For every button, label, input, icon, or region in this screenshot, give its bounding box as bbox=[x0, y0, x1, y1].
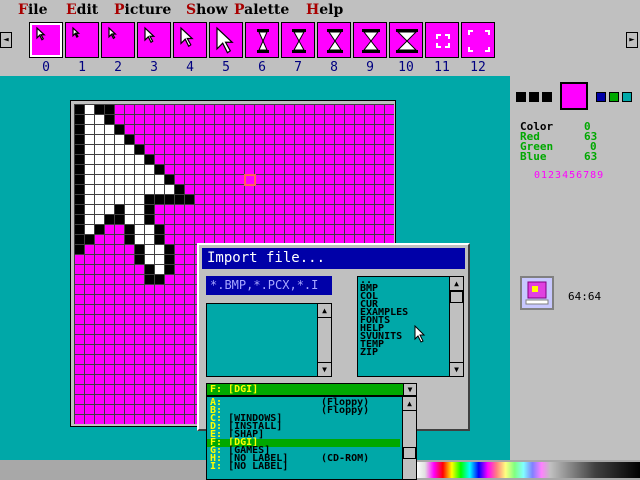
toolbar-scroll-right-button[interactable]: ► bbox=[626, 32, 638, 48]
palette-strip[interactable] bbox=[416, 462, 640, 478]
cursor-slot-7[interactable] bbox=[281, 22, 315, 58]
swatch-green[interactable] bbox=[609, 92, 619, 102]
cursor-slot-number: 6 bbox=[258, 60, 266, 75]
directory-scroll-thumb[interactable] bbox=[450, 291, 463, 303]
swatch-black-3[interactable] bbox=[542, 92, 552, 102]
cursor-slot-1[interactable] bbox=[65, 22, 99, 58]
drive-scrollbar[interactable]: ▲ bbox=[402, 397, 416, 479]
menu-edit[interactable]: Edit bbox=[66, 2, 98, 18]
blue-label: Blue bbox=[520, 150, 547, 163]
cursor-slot-number: 5 bbox=[222, 60, 230, 75]
hourglass-icon bbox=[396, 29, 418, 53]
cursor-slot-10[interactable] bbox=[389, 22, 423, 58]
swatch-cyan[interactable] bbox=[622, 92, 632, 102]
arrow-cursor-icon bbox=[144, 26, 156, 44]
menu-help[interactable]: Help bbox=[306, 2, 343, 18]
menu-palette[interactable]: Palette bbox=[234, 2, 289, 18]
menu-bar: File Edit Picture Show Palette Help bbox=[0, 0, 640, 20]
cursor-slot-number: 0 bbox=[42, 60, 50, 75]
menu-show[interactable]: Show bbox=[186, 2, 228, 18]
hourglass-icon bbox=[257, 29, 269, 53]
arrow-cursor-icon bbox=[36, 26, 46, 41]
cursor-slot-4[interactable] bbox=[173, 22, 207, 58]
crosshair-corners-icon bbox=[436, 34, 450, 48]
directory-scroll-down[interactable]: ▼ bbox=[450, 362, 463, 376]
file-filter-input[interactable]: *.BMP,*.PCX,*.I bbox=[206, 276, 332, 295]
cursor-slot-0[interactable] bbox=[29, 22, 63, 58]
cursor-slot-5[interactable] bbox=[209, 22, 243, 58]
mouse-pointer-icon bbox=[414, 325, 426, 343]
app-icon[interactable] bbox=[520, 276, 554, 310]
drive-scroll-thumb[interactable] bbox=[403, 447, 416, 459]
cursor-slot-number: 7 bbox=[294, 60, 302, 75]
swatch-blue[interactable] bbox=[596, 92, 606, 102]
hourglass-icon bbox=[292, 29, 306, 53]
menu-picture[interactable]: Picture bbox=[114, 2, 171, 18]
arrow-cursor-icon bbox=[180, 26, 194, 48]
directory-item[interactable]: ZIP bbox=[358, 348, 408, 358]
cursor-slot-8[interactable] bbox=[317, 22, 351, 58]
cursor-slot-11[interactable] bbox=[425, 22, 459, 58]
drive-item[interactable]: A: (Floppy) bbox=[207, 398, 402, 408]
cursor-slot-number: 1 bbox=[78, 60, 86, 75]
menu-file[interactable]: File bbox=[18, 2, 48, 18]
cursor-slot-number: 11 bbox=[434, 60, 450, 75]
color-info-panel: Color 0 Red 63 Green 0 Blue 63 012345678… bbox=[510, 76, 640, 460]
directory-scroll-up[interactable]: ▲ bbox=[450, 277, 463, 291]
swatch-black-2[interactable] bbox=[529, 92, 539, 102]
arrow-cursor-icon bbox=[216, 26, 234, 54]
swatch-black-1[interactable] bbox=[516, 92, 526, 102]
directory-scrollbar[interactable]: ▲ ▼ bbox=[449, 277, 463, 376]
hourglass-icon bbox=[327, 29, 343, 53]
cursor-slot-number: 4 bbox=[186, 60, 194, 75]
cursor-slot-number: 8 bbox=[330, 60, 338, 75]
chevron-down-icon[interactable]: ▼ bbox=[403, 384, 416, 395]
cursor-slot-number: 12 bbox=[470, 60, 486, 75]
cursor-slot-number: 3 bbox=[150, 60, 158, 75]
cursor-slot-number: 9 bbox=[366, 60, 374, 75]
app-logo-icon bbox=[525, 281, 549, 305]
cursor-slot-2[interactable] bbox=[101, 22, 135, 58]
crosshair-corners-icon bbox=[468, 30, 490, 52]
cursor-slot-number: 2 bbox=[114, 60, 122, 75]
directory-items: .. BMP COL CUR EXAMPLES FONTS HELP SVUNITS TEMP Z… bbox=[358, 277, 408, 358]
drive-item[interactable]: I: [NO LABEL] bbox=[207, 461, 402, 472]
arrow-cursor-icon bbox=[72, 26, 81, 38]
cursor-slot-9[interactable] bbox=[353, 22, 387, 58]
drive-dropdown[interactable]: F: [DGI] ▼ bbox=[206, 383, 417, 396]
drive-type: (CD-ROM) bbox=[321, 453, 370, 464]
cursor-slot-number: 10 bbox=[398, 60, 414, 75]
file-list-scroll-up[interactable]: ▲ bbox=[318, 304, 331, 318]
drive-list[interactable]: A: (Floppy) B: (Floppy) C: [WINDOWS] D: [INST… bbox=[206, 396, 417, 480]
cursor-slot-12[interactable] bbox=[461, 22, 495, 58]
image-size: 64:64 bbox=[568, 290, 602, 303]
hourglass-icon bbox=[362, 29, 380, 53]
cursor-toolbar: ◄ ► 0 1 2 3 4 5 6 7 8 9 10 11 12 bbox=[0, 20, 640, 76]
drive-label: [NO LABEL] bbox=[222, 461, 289, 472]
cursor-slot-6[interactable] bbox=[245, 22, 279, 58]
digit-preview: 0123456789 bbox=[534, 170, 605, 181]
toolbar-scroll-left-button[interactable]: ◄ bbox=[0, 32, 12, 48]
arrow-cursor-icon bbox=[108, 26, 117, 40]
selected-pixel-marker bbox=[244, 174, 256, 186]
drive-scroll-up[interactable]: ▲ bbox=[403, 397, 416, 411]
blue-row: Blue 63 bbox=[520, 150, 597, 163]
drive-items: A: (Floppy) B: (Floppy) C: [WINDOWS] D: [INST… bbox=[207, 398, 402, 472]
file-list-scrollbar[interactable]: ▲ ▼ bbox=[317, 304, 331, 376]
file-list[interactable]: ▲ ▼ bbox=[206, 303, 332, 377]
directory-list[interactable]: .. BMP COL CUR EXAMPLES FONTS HELP SVUNITS TEMP Z… bbox=[357, 276, 464, 377]
current-color-swatch[interactable] bbox=[560, 82, 588, 110]
dialog-title: Import file... bbox=[202, 248, 465, 269]
drive-type: (Floppy) bbox=[321, 405, 370, 416]
cursor-slot-3[interactable] bbox=[137, 22, 171, 58]
drive-letter: I: bbox=[210, 461, 223, 472]
file-list-scroll-down[interactable]: ▼ bbox=[318, 362, 331, 376]
drive-dropdown-value: F: [DGI] bbox=[210, 384, 259, 395]
blue-value: 63 bbox=[584, 150, 598, 163]
